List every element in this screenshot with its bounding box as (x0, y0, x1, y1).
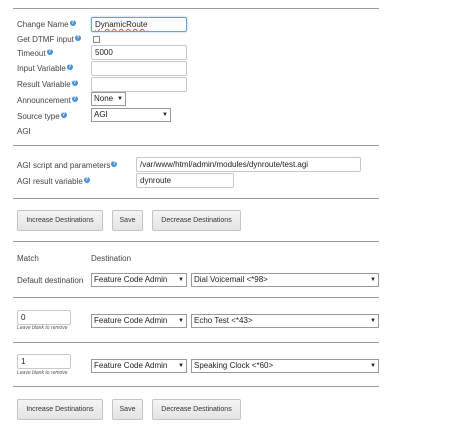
section-divider (13, 145, 379, 146)
change-name-label: Change Name? (17, 20, 76, 29)
help-icon[interactable]: ? (46, 49, 53, 55)
agi-script-input[interactable]: /var/www/html/admin/modules/dynroute/tes… (136, 157, 361, 172)
help-icon[interactable]: ? (111, 161, 118, 167)
get-dtmf-label: Get DTMF input? (17, 35, 81, 44)
help-icon[interactable]: ? (74, 35, 81, 41)
save-button[interactable]: Save (112, 210, 143, 231)
change-name-input[interactable]: DynamicRoute (91, 17, 187, 32)
agi-section-label: AGI (17, 127, 31, 136)
route-divider (13, 297, 379, 298)
increase-destinations-button[interactable]: Increase Destinations (17, 399, 103, 420)
help-icon[interactable]: ? (60, 112, 67, 118)
default-destination-label: Default destination (17, 276, 84, 285)
help-icon[interactable]: ? (69, 20, 76, 26)
agi-result-label: AGI result variable? (17, 177, 90, 186)
chevron-down-icon: ▼ (162, 112, 168, 118)
route-divider (13, 386, 379, 387)
route-target-select[interactable]: Speaking Clock <*60> ▼ (191, 359, 379, 373)
chevron-down-icon: ▼ (370, 363, 376, 369)
destination-header: Destination (91, 254, 132, 263)
agi-result-input[interactable]: dynroute (136, 173, 234, 188)
default-target-select[interactable]: Dial Voicemail <*98> ▼ (191, 273, 379, 287)
chevron-down-icon: ▼ (370, 277, 376, 283)
decrease-destinations-button[interactable]: Decrease Destinations (152, 210, 241, 231)
top-divider (13, 8, 379, 9)
route-category-select[interactable]: Feature Code Admin ▼ (91, 359, 187, 373)
announcement-select[interactable]: None ▼ (91, 92, 126, 106)
timeout-label: Timeout? (17, 49, 53, 58)
route-target-select[interactable]: Echo Test <*43> ▼ (191, 314, 379, 328)
source-type-label: Source type? (17, 112, 67, 121)
chevron-down-icon: ▼ (178, 277, 184, 283)
match-hint: Leave blank to remove (17, 325, 68, 331)
route-divider (13, 342, 379, 343)
input-variable-input[interactable] (91, 61, 187, 76)
chevron-down-icon: ▼ (178, 363, 184, 369)
result-variable-input[interactable] (91, 77, 187, 92)
save-button[interactable]: Save (112, 399, 143, 420)
default-category-select[interactable]: Feature Code Admin ▼ (91, 273, 187, 287)
decrease-destinations-button[interactable]: Decrease Destinations (152, 399, 241, 420)
get-dtmf-checkbox[interactable] (93, 36, 100, 43)
chevron-down-icon: ▼ (178, 318, 184, 324)
increase-destinations-button[interactable]: Increase Destinations (17, 210, 103, 231)
chevron-down-icon: ▼ (117, 96, 123, 102)
match-input[interactable]: 0 (17, 310, 71, 325)
timeout-input[interactable]: 5000 (91, 45, 187, 60)
agi-script-label: AGI script and parameters? (17, 161, 118, 170)
chevron-down-icon: ▼ (370, 318, 376, 324)
result-variable-label: Result Variable? (17, 80, 78, 89)
match-header: Match (17, 254, 39, 263)
help-icon[interactable]: ? (83, 177, 90, 183)
input-variable-label: Input Variable? (17, 64, 73, 73)
section-divider (13, 198, 379, 199)
match-input[interactable]: 1 (17, 354, 71, 369)
help-icon[interactable]: ? (66, 64, 73, 70)
help-icon[interactable]: ? (71, 80, 78, 86)
match-hint: Leave blank to remove (17, 370, 68, 376)
help-icon[interactable]: ? (71, 96, 78, 102)
section-divider (13, 241, 379, 242)
route-category-select[interactable]: Feature Code Admin ▼ (91, 314, 187, 328)
source-type-select[interactable]: AGI ▼ (91, 108, 171, 122)
announcement-label: Announcement? (17, 96, 78, 105)
